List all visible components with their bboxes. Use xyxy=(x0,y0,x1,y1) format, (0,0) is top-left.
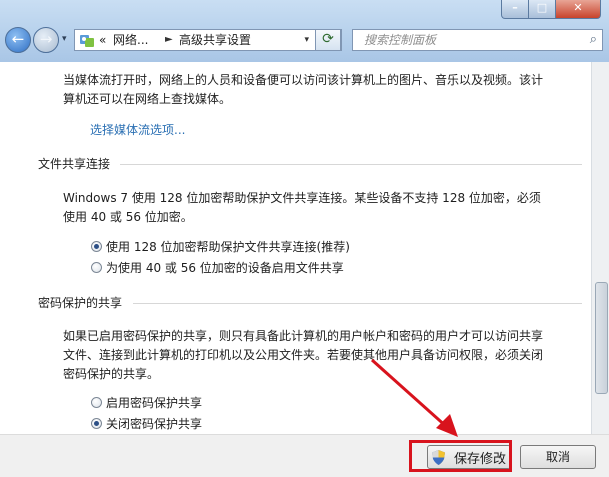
file-sharing-section-title: 文件共享连接 xyxy=(38,157,111,171)
address-dropdown-icon[interactable]: ▾ xyxy=(304,30,309,50)
option-label: 关闭密码保护共享 xyxy=(106,417,203,431)
close-icon: ✕ xyxy=(573,1,583,14)
maximize-button[interactable]: □ xyxy=(529,0,556,19)
option-disable-password-sharing[interactable]: 关闭密码保护共享 xyxy=(91,415,202,432)
media-stream-options-link[interactable]: 选择媒体流选项... xyxy=(90,121,185,140)
media-stream-description-line1: 当媒体流打开时，网络上的人员和设备便可以访问该计算机上的图片、音乐以及视频。该计 xyxy=(63,73,544,87)
dialog-footer: 保存修改 取消 xyxy=(0,434,609,477)
option-label: 使用 128 位加密帮助保护文件共享连接(推荐) xyxy=(106,240,350,254)
window-caption-buttons: – □ ✕ xyxy=(501,0,601,19)
media-stream-description-line2: 算机还可以在网络上查找媒体。 xyxy=(63,92,232,106)
close-button[interactable]: ✕ xyxy=(556,0,601,19)
radio-button[interactable] xyxy=(91,397,102,408)
radio-button[interactable] xyxy=(91,262,102,273)
back-arrow-icon: ← xyxy=(11,30,25,48)
option-enable-password-sharing[interactable]: 启用密码保护共享 xyxy=(91,394,202,411)
section-divider xyxy=(120,164,582,165)
breadcrumb-network[interactable]: 网络... xyxy=(113,30,148,50)
search-input[interactable]: 搜索控制面板 ⌕ xyxy=(352,29,603,51)
password-sharing-section-title: 密码保护的共享 xyxy=(38,296,123,310)
file-sharing-description-line1: Windows 7 使用 128 位加密帮助保护文件共享连接。某些设备不支持 1… xyxy=(63,191,541,205)
breadcrumb-advanced-sharing[interactable]: 高级共享设置 xyxy=(179,30,251,50)
section-divider xyxy=(133,303,582,304)
search-placeholder: 搜索控制面板 xyxy=(364,33,437,47)
vertical-scrollbar[interactable] xyxy=(591,62,609,434)
password-sharing-description-line3: 密码保护的共享。 xyxy=(63,367,160,381)
breadcrumb-separator[interactable]: ► xyxy=(165,30,173,50)
control-panel-icon xyxy=(80,35,94,47)
save-button-highlight-box xyxy=(409,440,512,472)
recent-pages-dropdown[interactable]: ▾ xyxy=(62,34,67,44)
radio-button[interactable] xyxy=(91,418,102,429)
forward-button[interactable]: → xyxy=(33,27,59,53)
maximize-icon: □ xyxy=(536,1,548,14)
option-128bit-encryption[interactable]: 使用 128 位加密帮助保护文件共享连接(推荐) xyxy=(91,238,350,255)
minimize-icon: – xyxy=(512,1,518,14)
file-sharing-description-line2: 使用 40 或 56 位加密。 xyxy=(63,210,193,224)
back-button[interactable]: ← xyxy=(5,27,31,53)
password-sharing-description-line1: 如果已启用密码保护的共享，则只有具备此计算机的用户帐户和密码的用户才可以访问共享 xyxy=(63,329,544,343)
scrollbar-thumb[interactable] xyxy=(595,282,608,394)
breadcrumb-prefix[interactable]: « xyxy=(99,30,106,50)
settings-content: 当媒体流打开时，网络上的人员和设备便可以访问该计算机上的图片、音乐以及视频。该计… xyxy=(0,62,591,434)
radio-button[interactable] xyxy=(91,241,102,252)
cancel-button[interactable]: 取消 xyxy=(520,445,596,469)
forward-arrow-icon: → xyxy=(39,30,53,48)
minimize-button[interactable]: – xyxy=(501,0,529,19)
refresh-button[interactable]: ⟳ xyxy=(315,29,341,51)
search-icon[interactable]: ⌕ xyxy=(590,30,597,50)
option-label: 启用密码保护共享 xyxy=(106,396,203,410)
refresh-icon: ⟳ xyxy=(322,31,334,47)
option-40-56bit-encryption[interactable]: 为使用 40 或 56 位加密的设备启用文件共享 xyxy=(91,259,344,276)
option-label: 为使用 40 或 56 位加密的设备启用文件共享 xyxy=(106,261,344,275)
address-bar[interactable]: « 网络... ► 高级共享设置 ▾ xyxy=(74,29,342,51)
window-titlebar: – □ ✕ ← → ▾ « 网络... ► 高级共享设置 ▾ ⟳ 搜索控制面板 … xyxy=(0,0,609,63)
password-sharing-description-line2: 文件、连接到此计算机的打印机以及公用文件夹。若要使其他用户具备访问权限，必须关闭 xyxy=(63,348,544,362)
